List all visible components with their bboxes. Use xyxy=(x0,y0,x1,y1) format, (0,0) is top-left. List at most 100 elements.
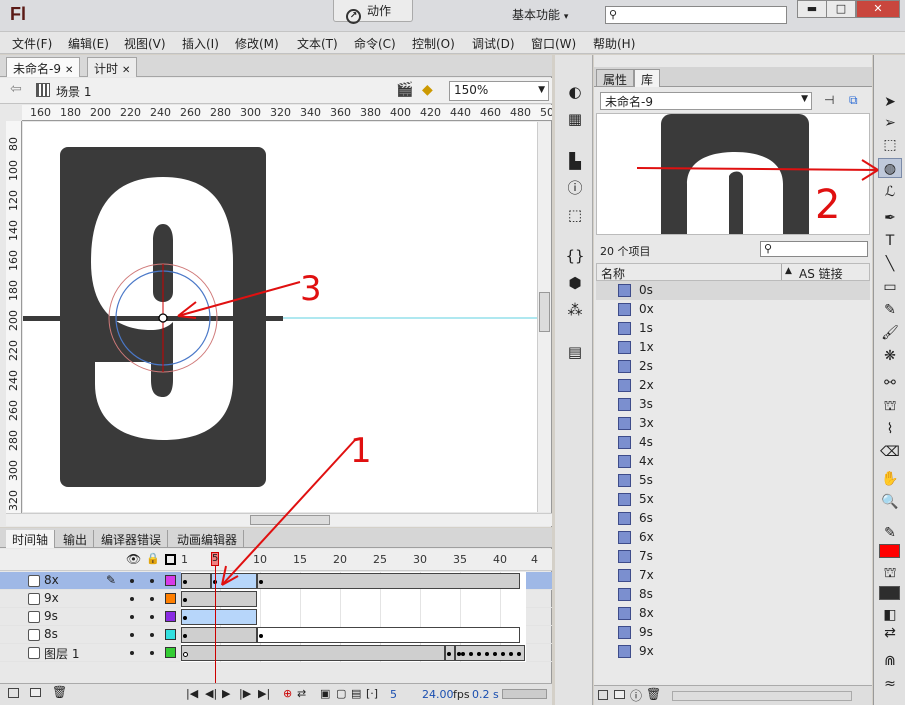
menu-debug[interactable]: 调试(D) xyxy=(472,35,515,52)
horizontal-scrollbar[interactable] xyxy=(6,513,552,526)
layer-name[interactable]: 图层 1 xyxy=(44,645,79,662)
brush-tool-icon[interactable]: 🖌 xyxy=(878,323,902,343)
keyframe[interactable] xyxy=(477,652,481,656)
close-icon[interactable]: ✕ xyxy=(122,65,130,76)
layer-name[interactable]: 8s xyxy=(44,627,58,641)
color-panel-icon[interactable]: ◐ xyxy=(565,83,585,101)
snap-to-objects-icon[interactable]: ⋒ xyxy=(878,651,902,671)
layer-row[interactable]: 9s xyxy=(0,608,552,626)
tab-library[interactable]: 库 xyxy=(634,69,661,87)
black-white-icon[interactable]: ◧ xyxy=(878,605,902,625)
lasso-tool-icon[interactable]: ℒ xyxy=(878,182,902,202)
frame-span[interactable] xyxy=(257,627,520,643)
layer-frames[interactable] xyxy=(181,626,526,644)
frame-ruler[interactable]: 15101520253035404 xyxy=(181,549,541,571)
stage-canvas[interactable] xyxy=(23,122,537,512)
library-item[interactable]: 6x xyxy=(596,528,870,547)
keyframe[interactable] xyxy=(259,580,263,584)
layer-frames[interactable] xyxy=(181,572,526,590)
frame-span[interactable] xyxy=(181,627,257,643)
keyframe[interactable] xyxy=(493,652,497,656)
transform-panel-icon[interactable]: ⬚ xyxy=(565,206,585,224)
edit-multiple-frames-icon[interactable]: ▤ xyxy=(351,687,361,700)
tab-untitled-9[interactable]: 未命名-9 ✕ xyxy=(6,57,81,77)
library-item[interactable]: 7s xyxy=(596,547,870,566)
new-folder-icon[interactable] xyxy=(30,688,41,697)
library-hscroll[interactable] xyxy=(672,691,852,701)
column-as-linkage[interactable]: AS 链接 xyxy=(799,265,843,282)
menu-help[interactable]: 帮助(H) xyxy=(593,35,635,52)
keyframe[interactable] xyxy=(509,652,513,656)
tab-timer[interactable]: 计时 ✕ xyxy=(87,57,138,77)
library-item[interactable]: 5x xyxy=(596,490,870,509)
loop-icon[interactable]: ⇄ xyxy=(297,687,306,700)
close-button[interactable]: ✕ xyxy=(856,0,900,18)
layer-toggle-dot[interactable] xyxy=(150,579,154,583)
layer-outline-swatch[interactable] xyxy=(165,593,176,604)
delete-icon[interactable]: 🗑 xyxy=(52,685,67,699)
layer-row[interactable]: 图层 1 xyxy=(0,644,552,662)
library-item[interactable]: 2x xyxy=(596,376,870,395)
3d-rotation-tool-icon[interactable]: ◍ xyxy=(878,158,902,178)
menu-view[interactable]: 视图(V) xyxy=(124,35,166,52)
layer-toggle-dot[interactable] xyxy=(150,597,154,601)
menu-control[interactable]: 控制(O) xyxy=(412,35,455,52)
keyframe[interactable] xyxy=(183,580,187,584)
rectangle-tool-icon[interactable]: ▭ xyxy=(878,277,902,297)
layer-name[interactable]: 9s xyxy=(44,609,58,623)
library-item[interactable]: 3x xyxy=(596,414,870,433)
swap-colors-icon[interactable]: ⇄ xyxy=(878,623,902,643)
layer-frames[interactable] xyxy=(181,608,526,626)
play-icon[interactable]: ▶ xyxy=(222,687,230,700)
code-snippets-icon[interactable]: {} xyxy=(565,247,585,265)
pin-icon[interactable]: ⊣ xyxy=(824,93,834,107)
layer-outline-swatch[interactable] xyxy=(165,611,176,622)
outline-icon[interactable] xyxy=(165,554,176,565)
keyframe[interactable] xyxy=(183,616,187,620)
library-item[interactable]: 9x xyxy=(596,642,870,661)
layer-toggle-dot[interactable] xyxy=(130,597,134,601)
frame-span[interactable] xyxy=(181,591,257,607)
menu-file[interactable]: 文件(F) xyxy=(12,35,52,52)
column-name[interactable]: 名称 xyxy=(601,265,625,282)
keyframe[interactable] xyxy=(485,652,489,656)
keyframe[interactable] xyxy=(461,652,465,656)
new-library-panel-icon[interactable]: ⧉ xyxy=(849,93,858,108)
layer-toggle-dot[interactable] xyxy=(130,651,134,655)
keyframe[interactable] xyxy=(469,652,473,656)
layer-row[interactable]: 8s xyxy=(0,626,552,644)
new-layer-icon[interactable] xyxy=(8,688,19,698)
new-folder-icon[interactable] xyxy=(614,690,625,699)
edit-scene-icon[interactable]: 🎬 xyxy=(396,82,413,98)
layer-toggle-dot[interactable] xyxy=(150,615,154,619)
keyframe[interactable] xyxy=(183,634,187,638)
layer-row[interactable]: 8x ✎ xyxy=(0,572,552,590)
center-frame-icon[interactable]: ⊕ xyxy=(283,687,292,700)
library-document-select[interactable]: 未命名-9 ▼ xyxy=(600,92,812,110)
tab-compiler-errors[interactable]: 编译器错误 xyxy=(95,530,169,548)
layer-frames[interactable] xyxy=(181,644,526,662)
tab-motion-editor[interactable]: 动画编辑器 xyxy=(171,530,245,548)
layer-toggle-dot[interactable] xyxy=(130,579,134,583)
tab-timeline[interactable]: 时间轴 xyxy=(6,530,56,548)
paint-bucket-tool-icon[interactable]: ⛫ xyxy=(878,396,902,416)
keyframe[interactable] xyxy=(501,652,505,656)
layer-name[interactable]: 9x xyxy=(44,591,59,605)
frame-span[interactable] xyxy=(257,573,520,589)
layer-toggle-dot[interactable] xyxy=(150,633,154,637)
menu-insert[interactable]: 插入(I) xyxy=(182,35,219,52)
selection-tool-icon[interactable]: ➤ xyxy=(878,92,902,112)
sort-icon[interactable]: ▲ xyxy=(785,266,792,276)
onion-skin-icon[interactable]: ▣ xyxy=(320,687,330,700)
subselection-tool-icon[interactable]: ➢ xyxy=(878,113,902,133)
pen-tool-icon[interactable]: ✒ xyxy=(878,208,902,228)
library-item[interactable]: 0x xyxy=(596,300,870,319)
keyframe[interactable] xyxy=(447,652,451,656)
frame-span[interactable] xyxy=(455,645,525,661)
layer-outline-swatch[interactable] xyxy=(165,647,176,658)
menu-window[interactable]: 窗口(W) xyxy=(531,35,576,52)
library-item[interactable]: 7x xyxy=(596,566,870,585)
menu-edit[interactable]: 编辑(E) xyxy=(68,35,109,52)
layer-name[interactable]: 8x xyxy=(44,573,59,587)
layer-toggle-dot[interactable] xyxy=(130,615,134,619)
